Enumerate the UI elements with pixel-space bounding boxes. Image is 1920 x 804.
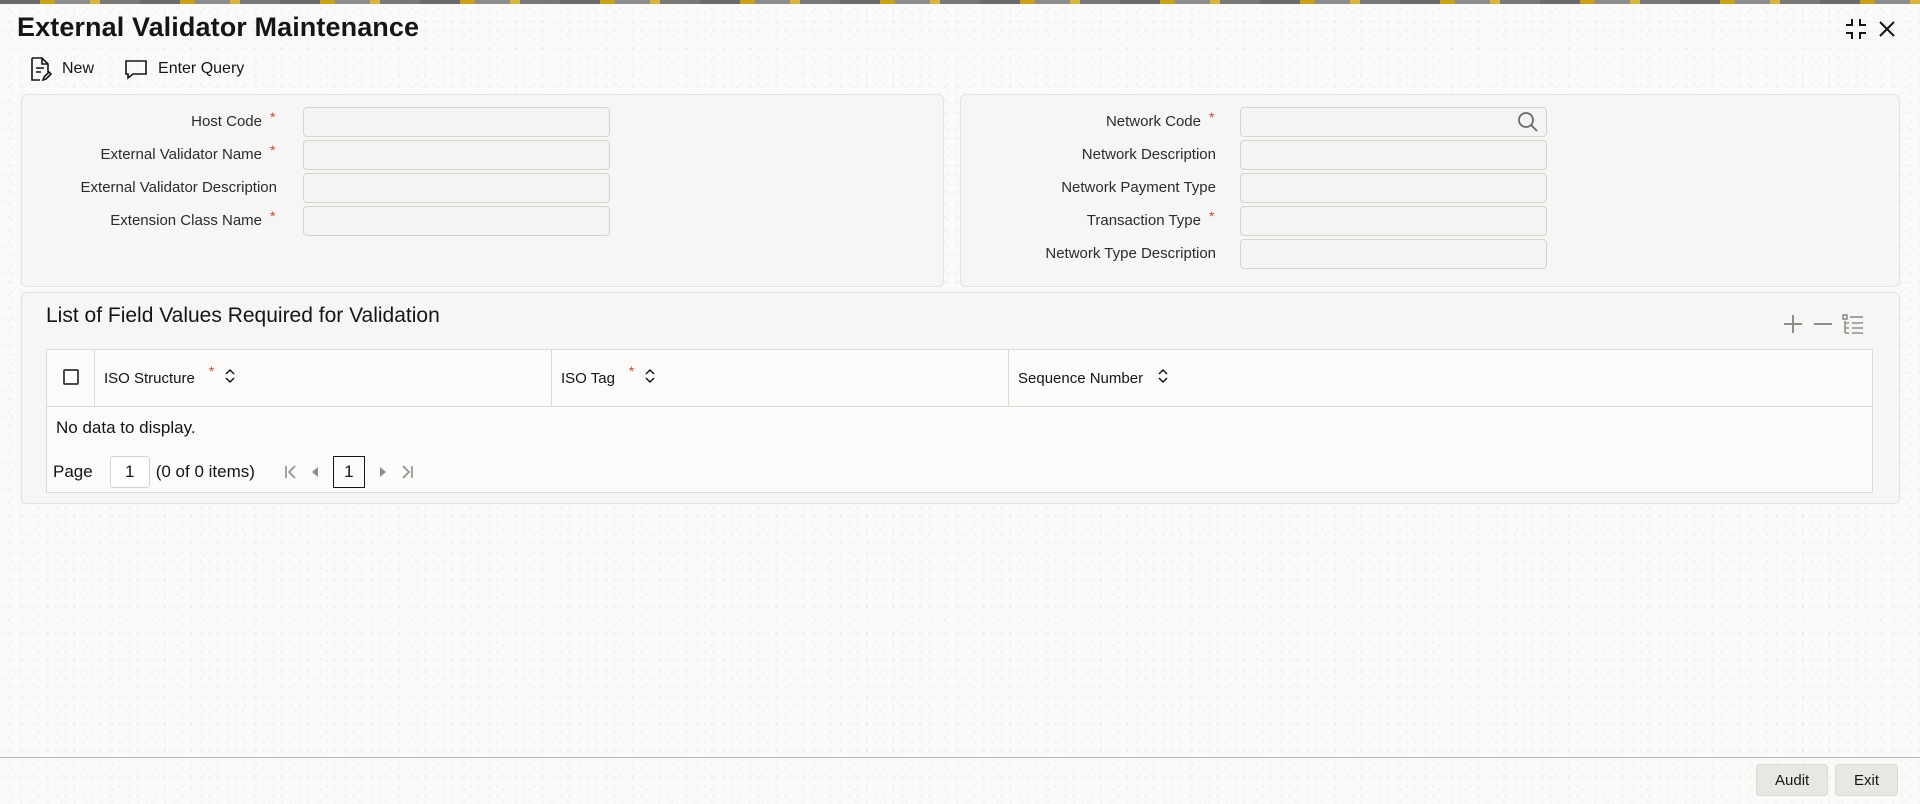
network-description-input[interactable] [1240, 140, 1547, 170]
transaction-type-input[interactable] [1240, 206, 1547, 236]
enter-query-label: Enter Query [158, 60, 245, 77]
sort-icon[interactable] [644, 368, 656, 388]
page-number-value: 1 [124, 462, 135, 481]
required-marker: * [1209, 208, 1215, 224]
new-document-icon [31, 57, 52, 82]
iso-structure-header: ISO Structure [104, 369, 195, 387]
first-page-icon[interactable] [279, 456, 303, 488]
select-all-column [47, 350, 95, 406]
exit-button[interactable]: Exit [1835, 764, 1899, 796]
search-icon[interactable] [1517, 111, 1541, 135]
toolbar: New Enter Query [28, 56, 274, 82]
table-header: ISO Structure * ISO Tag * Sequence Numbe… [47, 350, 1872, 407]
validator-details-panel: Host Code * External Validator Name * Ex… [21, 94, 944, 287]
column-iso-tag[interactable]: ISO Tag * [552, 350, 1009, 406]
add-row-icon[interactable] [1778, 311, 1808, 337]
single-record-view-icon[interactable] [1838, 311, 1868, 337]
network-payment-type-label: Network Payment Type [1061, 179, 1216, 196]
sequence-number-header: Sequence Number [1018, 369, 1144, 387]
network-type-description-label: Network Type Description [1045, 245, 1216, 262]
grid-title: List of Field Values Required for Valida… [46, 304, 440, 327]
network-description-label: Network Description [1081, 146, 1216, 163]
column-iso-structure[interactable]: ISO Structure * [95, 350, 552, 406]
close-icon[interactable] [1874, 16, 1900, 42]
sort-icon[interactable] [1157, 368, 1169, 388]
maximize-icon[interactable] [1843, 16, 1869, 42]
current-page-number: 1 [344, 462, 354, 481]
delete-row-icon[interactable] [1808, 311, 1838, 337]
footer-bar: Audit Exit [0, 757, 1920, 804]
audit-button[interactable]: Audit [1756, 764, 1829, 796]
current-page-button[interactable]: 1 [332, 456, 365, 488]
required-marker: * [270, 142, 276, 158]
network-details-panel: Network Code * Network Description Netwo… [960, 94, 1900, 287]
required-marker: * [208, 363, 215, 379]
host-code-input[interactable] [303, 107, 610, 137]
field-values-table: ISO Structure * ISO Tag * Sequence Numbe… [46, 349, 1873, 493]
next-page-icon[interactable] [371, 456, 395, 488]
last-page-icon[interactable] [395, 456, 419, 488]
items-count: (0 of 0 items) [155, 462, 255, 481]
host-code-label: Host Code [191, 113, 262, 130]
previous-page-icon[interactable] [303, 456, 327, 488]
page-title: External Validator Maintenance [17, 12, 420, 42]
page-number-input[interactable]: 1 [109, 456, 150, 488]
transaction-type-label: Transaction Type [1086, 212, 1201, 229]
required-marker: * [270, 109, 276, 125]
empty-table-message: No data to display. [56, 418, 196, 437]
column-sequence-number[interactable]: Sequence Number [1009, 350, 1872, 406]
network-code-label: Network Code [1105, 113, 1201, 130]
external-validator-description-label: External Validator Description [80, 179, 277, 196]
iso-tag-header: ISO Tag [561, 369, 615, 387]
network-code-input[interactable] [1240, 107, 1547, 137]
new-label: New [62, 60, 95, 77]
required-marker: * [628, 363, 635, 379]
header-decor-strip [0, 0, 1920, 4]
extension-class-name-label: Extension Class Name [110, 212, 262, 229]
required-marker: * [1209, 109, 1215, 125]
enter-query-button[interactable]: Enter Query [124, 58, 244, 80]
external-validator-name-input[interactable] [303, 140, 610, 170]
select-all-checkbox[interactable] [63, 369, 79, 385]
query-chat-icon [125, 60, 147, 80]
new-button[interactable]: New [28, 56, 94, 82]
network-type-description-input[interactable] [1240, 239, 1547, 269]
external-validator-description-input[interactable] [303, 173, 610, 203]
external-validator-name-label: External Validator Name [100, 146, 262, 163]
sort-icon[interactable] [224, 368, 236, 388]
pagination: Page 1 (0 of 0 items) 1 [53, 455, 419, 489]
extension-class-name-input[interactable] [303, 206, 610, 236]
grid-toolbar [1778, 311, 1868, 337]
page-label: Page [53, 462, 93, 481]
required-marker: * [270, 208, 276, 224]
network-payment-type-input[interactable] [1240, 173, 1547, 203]
